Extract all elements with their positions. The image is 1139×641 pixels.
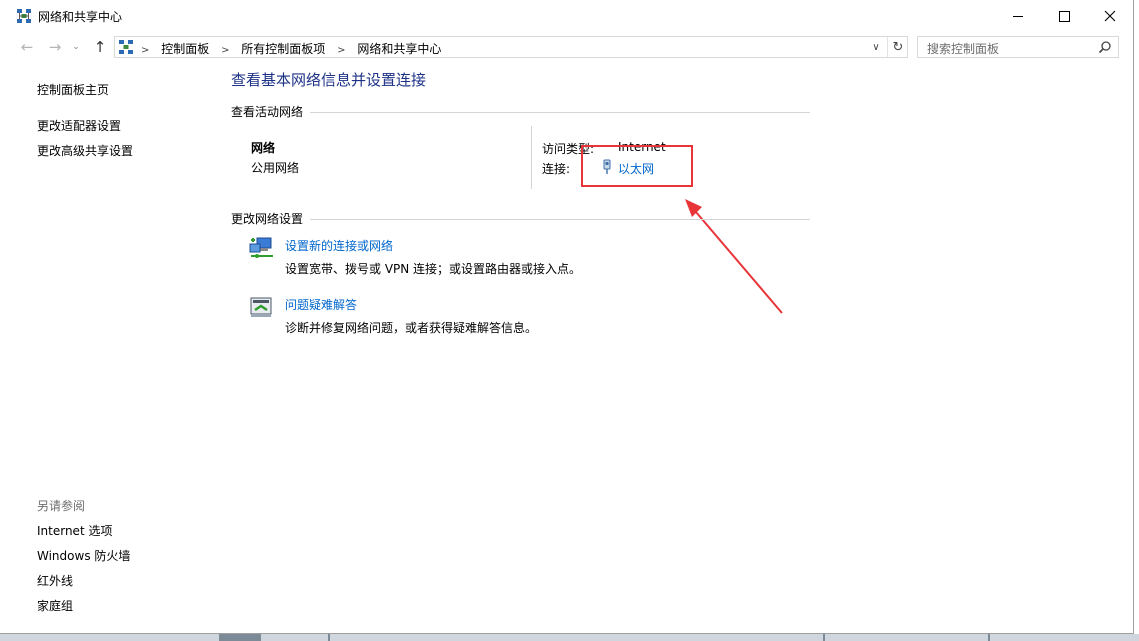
breadcrumb-separator-icon[interactable]: > — [221, 45, 229, 56]
minimize-button[interactable] — [995, 0, 1041, 32]
section-divider — [310, 112, 810, 113]
breadcrumb-control-panel[interactable]: 控制面板 — [161, 40, 209, 57]
annotation-highlight-box — [581, 145, 693, 187]
active-networks-header: 查看活动网络 — [231, 103, 303, 120]
taskbar-segment — [219, 634, 261, 641]
taskbar-segment — [328, 634, 330, 641]
section-divider — [310, 219, 810, 220]
change-adapter-settings-link[interactable]: 更改适配器设置 — [37, 117, 121, 134]
search-placeholder: 搜索控制面板 — [927, 40, 999, 57]
arrow-right-icon: → — [49, 38, 62, 56]
windows-firewall-link[interactable]: Windows 防火墙 — [37, 547, 130, 564]
breadcrumb-network-center[interactable]: 网络和共享中心 — [357, 40, 441, 57]
up-button[interactable]: ↑ — [91, 37, 109, 57]
window-title: 网络和共享中心 — [38, 8, 122, 25]
homegroup-link[interactable]: 家庭组 — [37, 597, 73, 614]
address-dropdown-button[interactable]: ∨ — [867, 37, 885, 57]
page-title: 查看基本网络信息并设置连接 — [231, 69, 426, 90]
search-input[interactable]: 搜索控制面板 — [917, 36, 1119, 58]
control-panel-icon — [118, 39, 134, 55]
new-connection-icon — [249, 236, 275, 260]
left-pane: 控制面板主页 更改适配器设置 更改高级共享设置 另请参阅 Internet 选项… — [0, 62, 220, 632]
navigation-bar: ← → ⌄ ↑ > 控制面板 > 所有控制面板项 > 网络和共享中心 ∨ ↻ — [0, 33, 1133, 61]
breadcrumb-separator-icon: > — [141, 45, 149, 56]
infrared-link[interactable]: 红外线 — [37, 572, 73, 589]
maximize-button[interactable] — [1041, 0, 1087, 32]
annotation-arrow-icon — [680, 195, 790, 320]
internet-options-link[interactable]: Internet 选项 — [37, 522, 112, 539]
change-settings-header: 更改网络设置 — [231, 210, 303, 227]
minimize-icon — [1013, 16, 1023, 17]
network-center-icon — [16, 8, 32, 24]
search-icon — [1098, 40, 1112, 54]
forward-button[interactable]: → — [46, 37, 64, 57]
setup-new-connection-link[interactable]: 设置新的连接或网络 — [285, 237, 393, 254]
network-name: 网络 — [251, 139, 275, 156]
maximize-icon — [1059, 11, 1070, 22]
troubleshoot-description: 诊断并修复网络问题，或者获得疑难解答信息。 — [285, 319, 537, 336]
arrow-up-icon: ↑ — [94, 38, 107, 56]
troubleshoot-icon — [249, 296, 275, 320]
troubleshoot-link[interactable]: 问题疑难解答 — [285, 296, 357, 313]
refresh-icon: ↻ — [893, 40, 904, 55]
network-category: 公用网络 — [251, 159, 299, 176]
breadcrumb-separator-icon[interactable]: > — [337, 45, 345, 56]
refresh-button[interactable]: ↻ — [887, 37, 908, 57]
close-button[interactable] — [1087, 0, 1133, 32]
control-panel-home-link[interactable]: 控制面板主页 — [37, 81, 109, 98]
arrow-left-icon: ← — [21, 38, 34, 56]
title-bar: 网络和共享中心 — [0, 0, 1133, 32]
chevron-down-icon: ⌄ — [72, 42, 80, 52]
back-button[interactable]: ← — [18, 37, 36, 57]
connections-label: 连接: — [542, 160, 570, 177]
recent-locations-button[interactable]: ⌄ — [70, 37, 82, 57]
taskbar-strip — [0, 634, 1139, 641]
network-divider — [531, 126, 532, 189]
see-also-label: 另请参阅 — [37, 497, 85, 514]
change-advanced-sharing-link[interactable]: 更改高级共享设置 — [37, 142, 133, 159]
address-bar[interactable]: > 控制面板 > 所有控制面板项 > 网络和共享中心 ∨ ↻ — [114, 36, 908, 58]
breadcrumb: > 控制面板 > 所有控制面板项 > 网络和共享中心 — [141, 40, 441, 57]
chevron-down-icon: ∨ — [872, 42, 879, 53]
taskbar-segment — [823, 634, 825, 641]
network-sharing-center-window: 网络和共享中心 ← → ⌄ ↑ > 控制面板 > 所有控制面板项 > — [0, 0, 1134, 634]
close-icon — [1104, 10, 1116, 22]
taskbar-segment — [988, 634, 990, 641]
setup-new-connection-description: 设置宽带、拨号或 VPN 连接；或设置路由器或接入点。 — [285, 260, 581, 277]
breadcrumb-all-items[interactable]: 所有控制面板项 — [241, 40, 325, 57]
